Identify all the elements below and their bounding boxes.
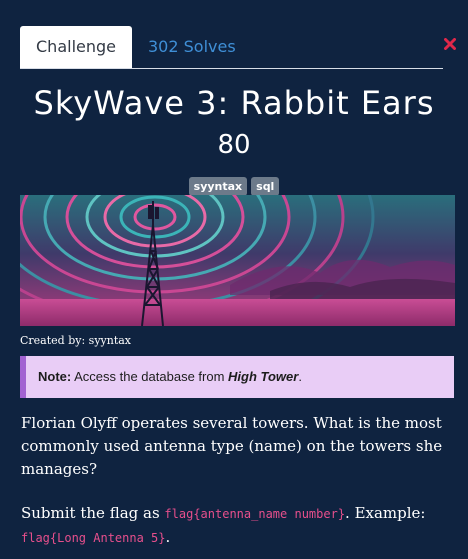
note-text-end: . <box>298 369 302 384</box>
challenge-points: 80 <box>217 130 251 160</box>
flag-example: flag{Long Antenna 5} <box>21 531 166 545</box>
tag-badge: syyntax <box>188 177 248 196</box>
tag-list: syyntax sql <box>0 177 468 196</box>
submit-text: Submit the flag as <box>21 504 165 522</box>
note-label: Note: <box>38 369 72 384</box>
note-emphasis: High Tower <box>228 369 299 384</box>
tag-badge: sql <box>251 177 280 196</box>
submit-text-middle: . Example: <box>345 504 426 522</box>
close-icon[interactable] <box>444 38 456 50</box>
challenge-title: SkyWave 3: Rabbit Ears <box>33 84 435 122</box>
submit-text-end: . <box>165 528 171 546</box>
tab-challenge[interactable]: Challenge <box>20 26 132 68</box>
created-by: Created by: syyntax <box>20 334 132 347</box>
note-text: Access the database from <box>71 369 229 384</box>
challenge-banner-image <box>20 195 455 326</box>
submit-instructions: Submit the flag as flag{antenna_name num… <box>21 502 457 550</box>
tab-bar: Challenge 302 Solves <box>20 26 443 69</box>
flag-format: flag{antenna_name number} <box>164 507 346 521</box>
note-callout: Note: Access the database from High Towe… <box>20 356 454 398</box>
challenge-description: Florian Olyff operates several towers. W… <box>21 414 443 478</box>
tab-solves[interactable]: 302 Solves <box>132 26 252 67</box>
